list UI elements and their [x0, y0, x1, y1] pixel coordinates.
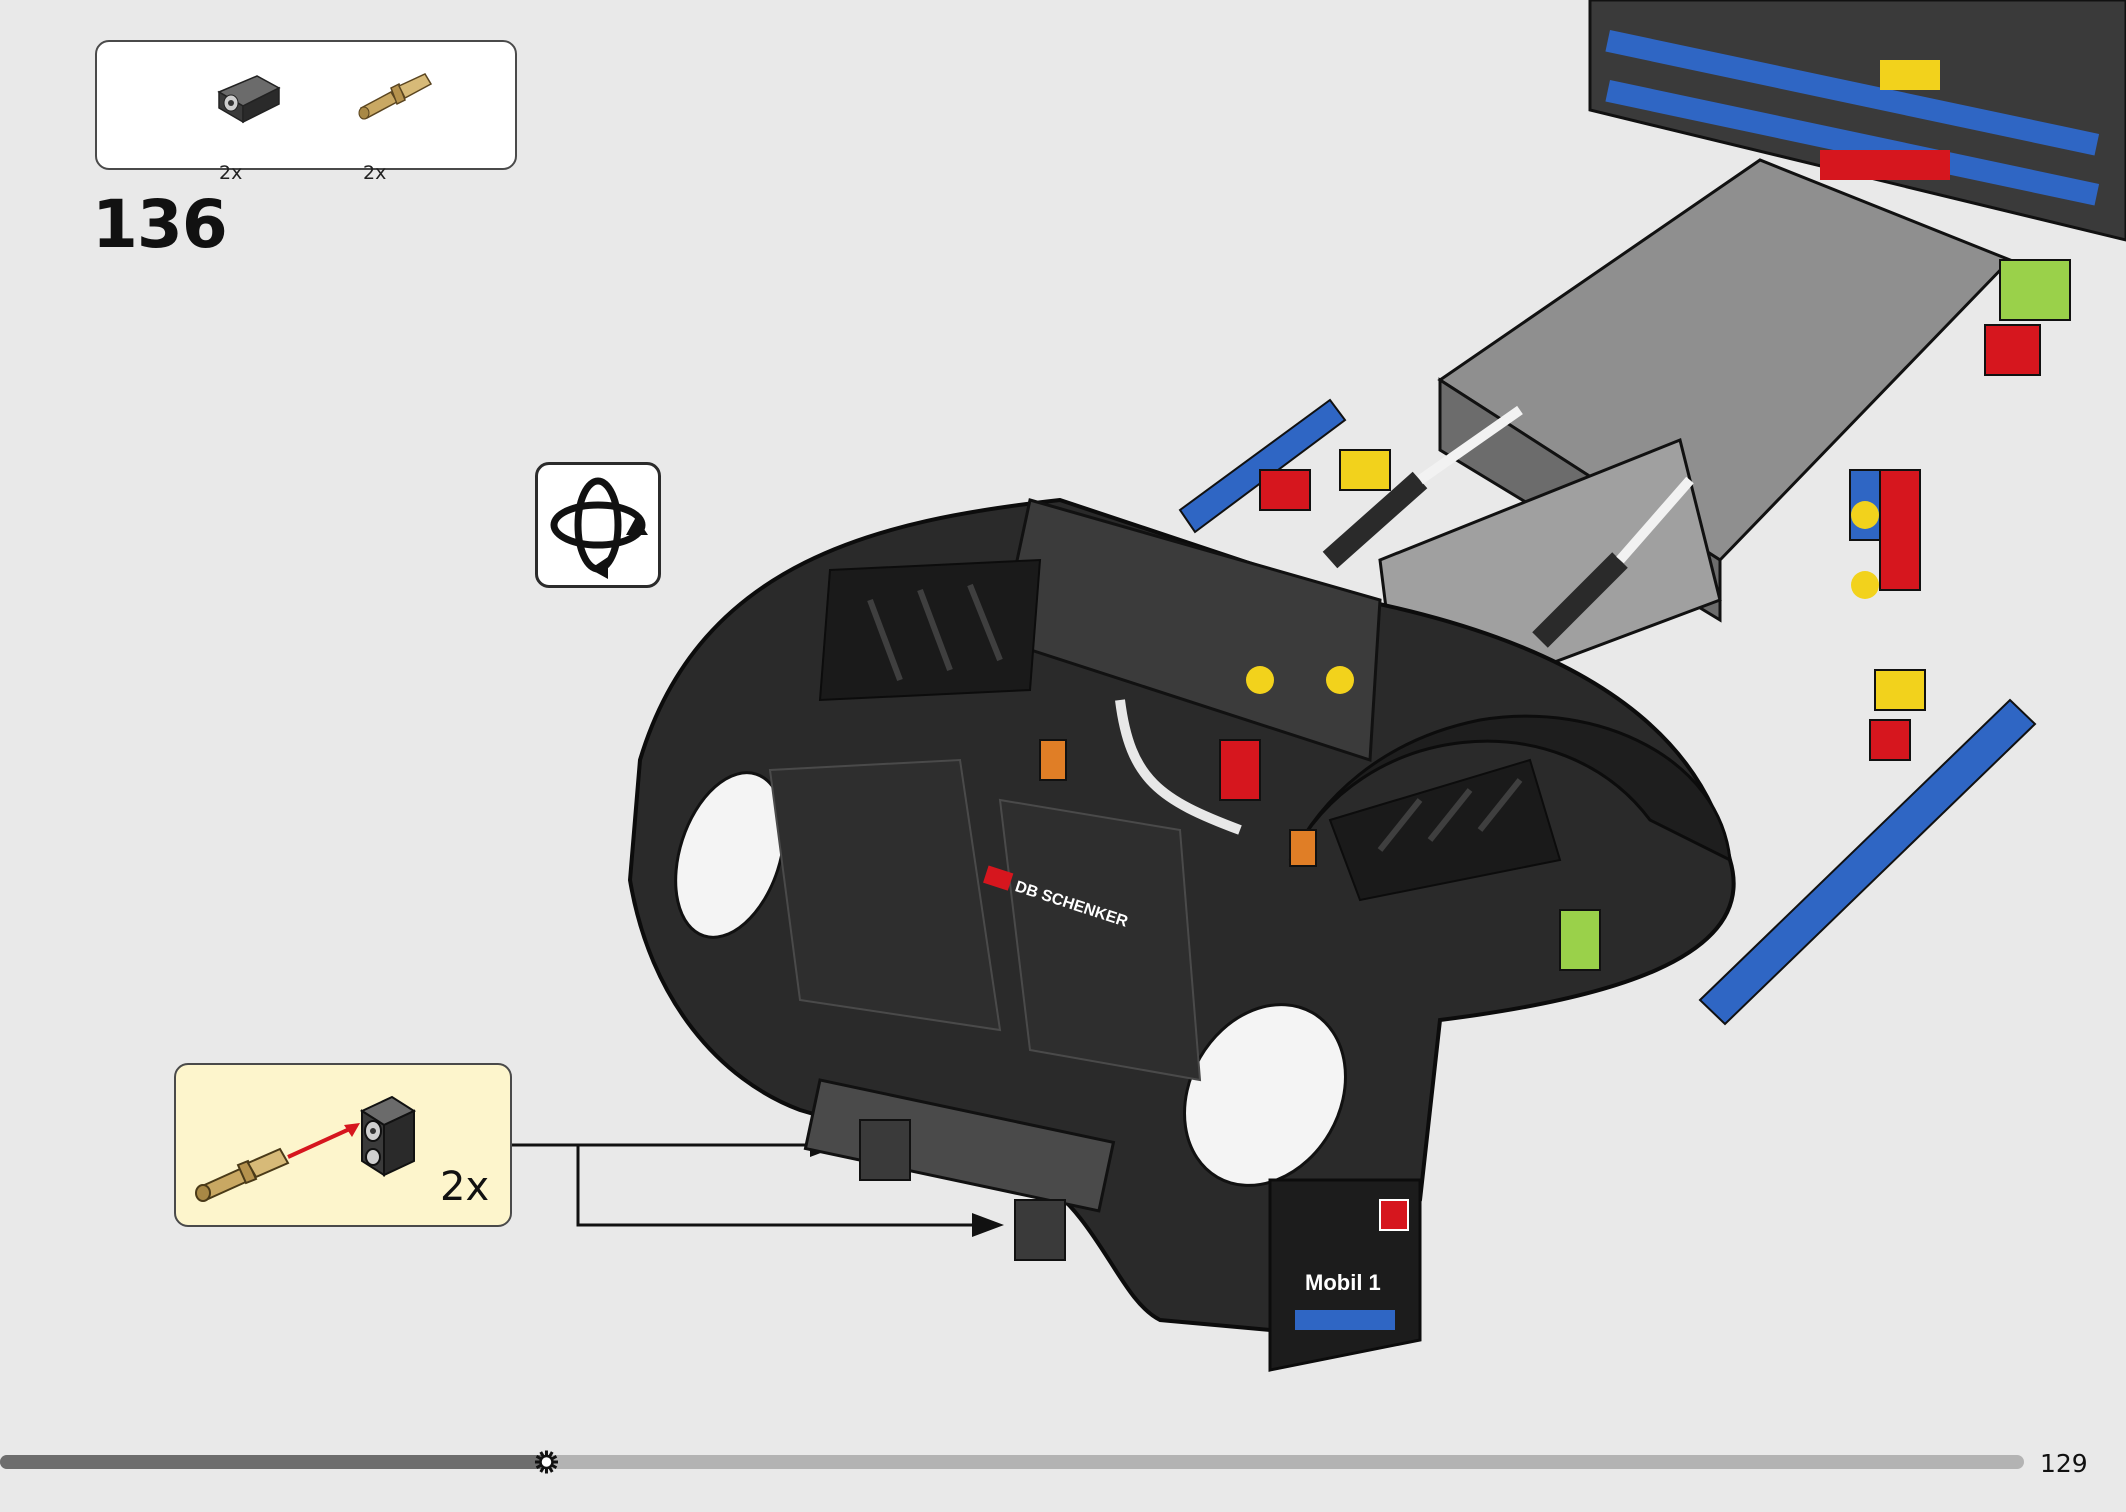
pin-connector-installed: [859, 1119, 911, 1181]
tag-heuer-decal: [1379, 1199, 1409, 1231]
vent-left: [818, 558, 1042, 702]
page-number: 129: [2040, 1449, 2088, 1478]
model-illustration: DB SCHENKER Mobil 1: [627, 0, 2126, 1372]
mobil-decal: Mobil 1: [1305, 1270, 1381, 1295]
instruction-progress-bar: [0, 1450, 2030, 1474]
pin-connector-installed: [1014, 1199, 1066, 1261]
progress-gear-icon: [534, 1450, 558, 1474]
